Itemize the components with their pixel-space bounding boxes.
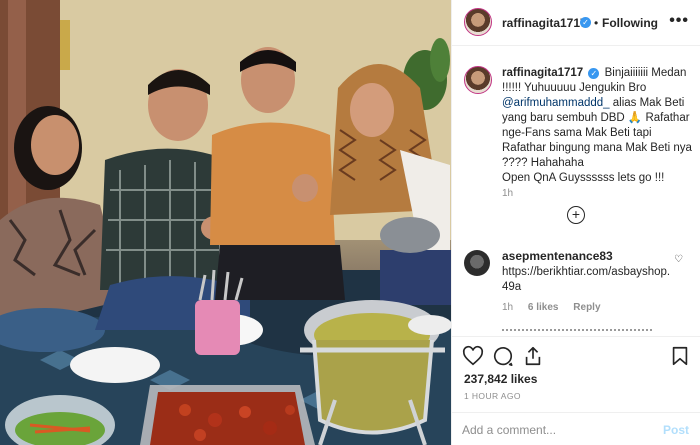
commenter-avatar[interactable]: [464, 250, 490, 276]
comment-icon[interactable]: [492, 345, 514, 367]
comment-likes-count[interactable]: 6 likes: [528, 302, 559, 313]
comment-meta: 1h 6 likes Reply: [502, 302, 613, 313]
post-comment-button[interactable]: Post: [663, 423, 689, 437]
next-comment-partial: [464, 329, 690, 335]
caption-text: raffinagita1717 ✓ Binjaiiiiiii Medan !!!…: [502, 66, 692, 186]
caption-timestamp[interactable]: 1h: [502, 188, 513, 199]
verified-badge-icon: ✓: [588, 68, 600, 79]
group-photo-illustration: [0, 0, 451, 445]
bookmark-icon[interactable]: [669, 345, 691, 367]
comment-timestamp[interactable]: 1h: [502, 302, 513, 313]
heart-icon[interactable]: [462, 345, 484, 367]
separator-dot: •: [594, 16, 599, 30]
author-username[interactable]: raffinagita1717: [502, 16, 587, 30]
caption-avatar[interactable]: [464, 66, 492, 94]
post-action-bar: [452, 336, 700, 376]
post-photo[interactable]: [0, 0, 451, 445]
share-icon[interactable]: [522, 345, 544, 367]
caption-mention-link[interactable]: @arifmuhammaddd_: [502, 97, 610, 109]
comment-reply-button[interactable]: Reply: [573, 302, 600, 313]
post-header: raffinagita1717 ✓ • Following •••: [452, 0, 700, 46]
more-options-icon[interactable]: •••: [669, 12, 689, 30]
post-side-panel: raffinagita1717 ✓ • Following ••• raffin…: [451, 0, 700, 445]
caption-last-line: Open QnA Guyssssss lets go !!!: [502, 172, 665, 184]
comment-like-icon[interactable]: ♡: [674, 254, 683, 265]
commenter-username[interactable]: asepmentenance83: [502, 249, 613, 263]
comment-item: asepmentenance83 https://berikhtiar.com/…: [502, 249, 672, 295]
load-more-comments-icon[interactable]: +: [567, 206, 585, 224]
post-time-ago[interactable]: 1 HOUR AGO: [464, 391, 521, 401]
comments-scroll-area[interactable]: raffinagita1717 ✓ Binjaiiiiiii Medan !!!…: [452, 46, 700, 336]
add-comment-input[interactable]: [462, 421, 652, 439]
likes-count[interactable]: 237,842 likes: [464, 372, 537, 386]
comment-link[interactable]: https://berikhtiar.com/asbayshop.49a: [502, 266, 670, 293]
author-avatar[interactable]: [464, 8, 492, 36]
caption-username[interactable]: raffinagita1717: [502, 67, 583, 79]
following-button[interactable]: Following: [602, 16, 658, 30]
verified-badge-icon: ✓: [580, 17, 591, 28]
comment-composer: Post: [452, 412, 700, 445]
